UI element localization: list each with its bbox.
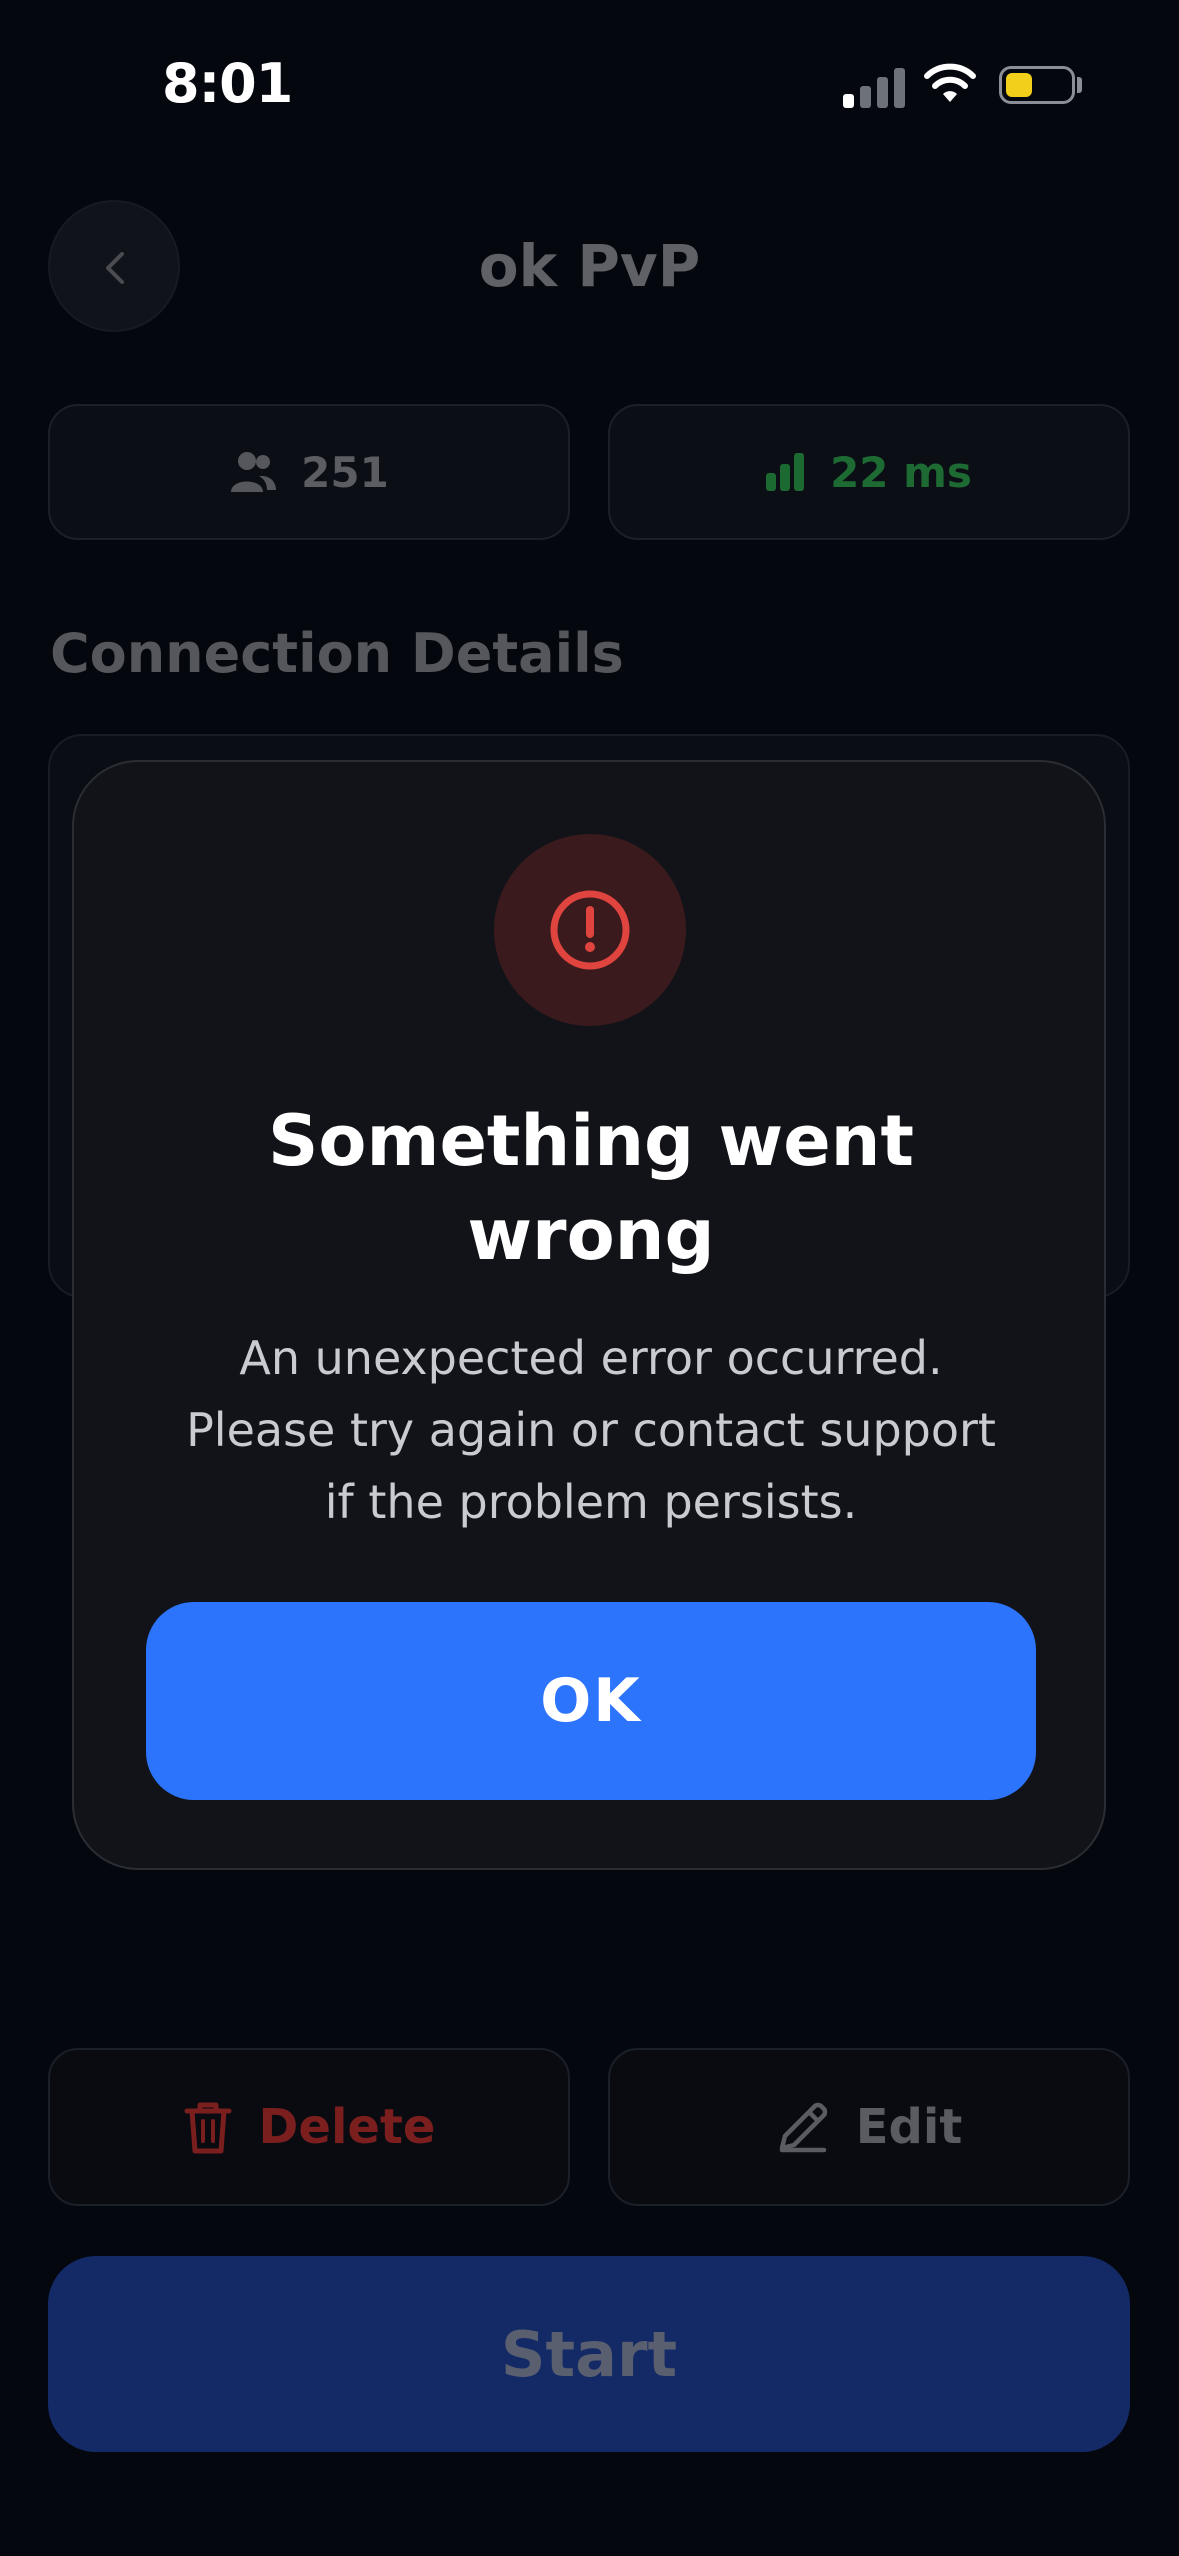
dialog-message-line-3: if the problem persists. <box>324 1475 858 1529</box>
dialog-message-line-1: An unexpected error occurred. <box>239 1331 943 1385</box>
start-label: Start <box>500 2317 678 2391</box>
player-count: 251 <box>301 447 389 497</box>
dialog-title: Something went wrong <box>74 1094 1108 1282</box>
exclamation-circle-icon <box>550 890 630 970</box>
edit-button[interactable]: Edit <box>608 2048 1130 2206</box>
delete-button[interactable]: Delete <box>48 2048 570 2206</box>
ok-button[interactable]: OK <box>146 1602 1036 1800</box>
users-icon <box>231 452 277 492</box>
dialog-title-line-2: wrong <box>467 1194 715 1276</box>
ok-label: OK <box>540 1666 642 1736</box>
error-dialog: Something went wrong An unexpected error… <box>72 760 1106 1870</box>
start-button[interactable]: Start <box>48 2256 1130 2452</box>
edit-label: Edit <box>855 2099 963 2155</box>
status-bar: 8:01 <box>0 0 1179 170</box>
delete-label: Delete <box>258 2099 436 2155</box>
status-time: 8:01 <box>162 52 293 115</box>
connection-details-title: Connection Details <box>50 622 624 685</box>
trash-icon <box>184 2102 232 2154</box>
page-title: ok PvP <box>478 232 701 300</box>
pencil-icon <box>779 2102 827 2153</box>
dialog-title-line-1: Something went <box>268 1100 914 1182</box>
signal-bars-icon <box>766 453 805 491</box>
ping-card: 22 ms <box>608 404 1130 540</box>
battery-icon <box>999 66 1075 104</box>
dialog-message: An unexpected error occurred. Please try… <box>134 1322 1048 1538</box>
ping-value: 22 ms <box>830 447 972 497</box>
cellular-signal-icon <box>843 64 905 108</box>
wifi-icon <box>924 63 976 102</box>
battery-cap <box>1077 77 1082 93</box>
dialog-message-line-2: Please try again or contact support <box>186 1403 996 1457</box>
error-icon-badge <box>494 834 686 1026</box>
player-count-card: 251 <box>48 404 570 540</box>
